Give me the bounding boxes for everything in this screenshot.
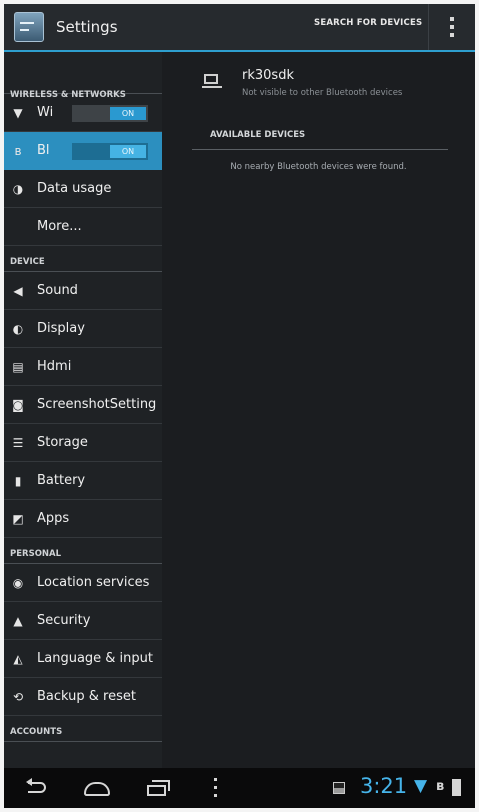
sidebar-item-data-usage[interactable]: ◑ Data usage [4, 170, 162, 208]
sidebar-item-label: Bl [37, 143, 50, 158]
overflow-menu-button[interactable] [428, 4, 475, 50]
backup-icon: ⟲ [12, 690, 24, 704]
settings-screen: Settings SEARCH FOR DEVICES WIRELESS & N… [4, 4, 475, 808]
storage-icon: ☰ [12, 436, 24, 450]
bluetooth-icon: ʙ [14, 144, 22, 158]
sidebar-item-apps[interactable]: ◩ Apps [4, 500, 162, 538]
sidebar-item-more[interactable]: More... [4, 208, 162, 246]
sidebar-item-storage[interactable]: ☰ Storage [4, 424, 162, 462]
sidebar-item-label: Sound [37, 283, 78, 298]
sidebar-item-label: Hdmi [37, 359, 72, 374]
sidebar-item-backup[interactable]: ⟲ Backup & reset [4, 678, 162, 716]
sidebar-item-hdmi[interactable]: ▤ Hdmi [4, 348, 162, 386]
section-header: DEVICE [4, 246, 162, 272]
display-icon: ◐ [12, 322, 24, 336]
apps-icon: ◩ [12, 512, 24, 526]
sidebar-item-label: Data usage [37, 181, 112, 196]
section-header: PERSONAL [4, 538, 162, 564]
sidebar-item-label: Display [37, 321, 85, 336]
keyboard-icon: ◭ [13, 652, 23, 666]
section-header: ACCOUNTS [4, 716, 162, 742]
sidebar-item-label: Backup & reset [37, 689, 136, 704]
location-icon: ◉ [12, 576, 24, 590]
bluetooth-panel: rk30sdk Not visible to other Bluetooth d… [162, 52, 475, 768]
settings-app-icon[interactable] [14, 12, 44, 42]
sidebar-item-bluetooth[interactable]: ʙ Bl ON [4, 132, 162, 170]
wifi-signal-icon: ▼ [414, 776, 428, 796]
sidebar-item-label: Battery [37, 473, 86, 488]
sidebar-item-sound[interactable]: ◀ Sound [4, 272, 162, 310]
sidebar-item-label: ScreenshotSetting [37, 397, 157, 412]
sidebar-item-location[interactable]: ◉ Location services [4, 564, 162, 602]
recent-apps-button[interactable] [146, 776, 174, 800]
sidebar-item-language[interactable]: ◭ Language & input [4, 640, 162, 678]
home-button[interactable] [84, 776, 112, 800]
camera-icon: ◙ [12, 398, 24, 412]
device-name[interactable]: rk30sdk [242, 68, 294, 83]
sidebar-item-display[interactable]: ◐ Display [4, 310, 162, 348]
sidebar-item-label: Wi [37, 105, 54, 120]
laptop-icon [202, 74, 222, 90]
back-button[interactable] [26, 776, 54, 800]
sidebar-item-label: Apps [37, 511, 70, 526]
hdmi-icon: ▤ [12, 360, 24, 374]
battery-icon: ▮ [14, 474, 22, 488]
bluetooth-status-icon: ʙ [436, 779, 445, 794]
lock-icon: ▲ [13, 614, 23, 628]
sidebar-item-security[interactable]: ▲ Security [4, 602, 162, 640]
speaker-icon: ◀ [13, 284, 23, 298]
status-clock[interactable]: 3:21 [360, 774, 407, 798]
wifi-icon: ▼ [13, 106, 23, 120]
overflow-menu-icon [450, 17, 454, 21]
home-icon [84, 782, 110, 796]
battery-status-icon [452, 779, 461, 796]
available-devices-header: AVAILABLE DEVICES [192, 128, 448, 150]
wifi-toggle[interactable]: ON [72, 105, 148, 122]
system-navigation-bar: 3:21 ▼ ʙ [4, 768, 475, 808]
page-title: Settings [56, 18, 118, 36]
device-visibility-status[interactable]: Not visible to other Bluetooth devices [242, 88, 402, 98]
action-bar: Settings SEARCH FOR DEVICES [4, 4, 475, 52]
sidebar-item-label: More... [37, 219, 82, 234]
sidebar-item-wifi[interactable]: ▼ Wi ON [4, 94, 162, 132]
data-usage-icon: ◑ [12, 182, 24, 196]
sidebar-item-label: Language & input [37, 651, 153, 666]
sidebar-item-screenshot[interactable]: ◙ ScreenshotSetting [4, 386, 162, 424]
menu-icon [214, 778, 217, 781]
settings-sidebar: WIRELESS & NETWORKS ▼ Wi ON ʙ Bl ON ◑ Da… [4, 52, 162, 768]
sidebar-item-label: Security [37, 613, 91, 628]
empty-message: No nearby Bluetooth devices were found. [230, 162, 407, 172]
bluetooth-toggle[interactable]: ON [72, 143, 148, 160]
sidebar-item-battery[interactable]: ▮ Battery [4, 462, 162, 500]
search-for-devices-button[interactable]: SEARCH FOR DEVICES [314, 18, 422, 28]
sidebar-item-label: Location services [37, 575, 150, 590]
menu-button[interactable] [214, 778, 218, 798]
section-header: WIRELESS & NETWORKS [4, 52, 162, 100]
sidebar-item-label: Storage [37, 435, 88, 450]
screenshot-notification-icon[interactable] [333, 782, 345, 794]
